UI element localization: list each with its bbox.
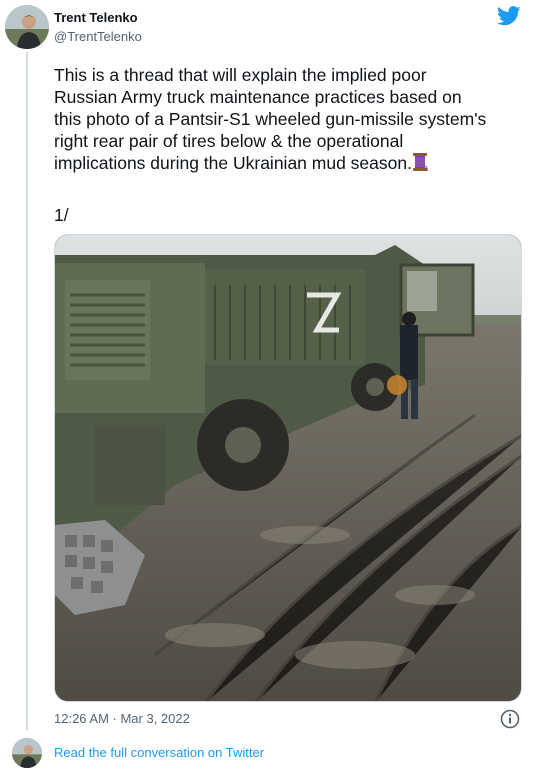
tweet-text-line: this photo of a Pantsir-S1 wheeled gun-m… [54, 109, 487, 129]
tweet-text: This is a thread that will explain the i… [54, 64, 524, 177]
tweet-text-line: This is a thread that will explain the i… [54, 65, 427, 85]
read-full-conversation-link[interactable]: Read the full conversation on Twitter [54, 745, 264, 760]
tweet-text-line: right rear pair of tires below & the ope… [54, 131, 404, 151]
author-avatar[interactable] [5, 5, 49, 49]
author-handle[interactable]: @TrentTelenko [54, 29, 142, 44]
tweet-photo[interactable] [54, 234, 522, 702]
thread-connector-line [26, 52, 28, 730]
author-name[interactable]: Trent Telenko [54, 10, 138, 25]
thread-spool-icon [412, 152, 428, 177]
twitter-bird-icon[interactable] [497, 6, 521, 26]
tweet-timestamp[interactable]: 12:26 AM · Mar 3, 2022 [54, 711, 190, 726]
tweet-text-line-last: implications during the Ukrainian mud se… [54, 152, 524, 177]
tweet-text-line-content: implications during the Ukrainian mud se… [54, 153, 412, 173]
footer-avatar [12, 738, 42, 768]
info-icon[interactable] [500, 709, 520, 729]
thread-count: 1/ [54, 205, 69, 225]
tweet-text-line: Russian Army truck maintenance practices… [54, 87, 462, 107]
